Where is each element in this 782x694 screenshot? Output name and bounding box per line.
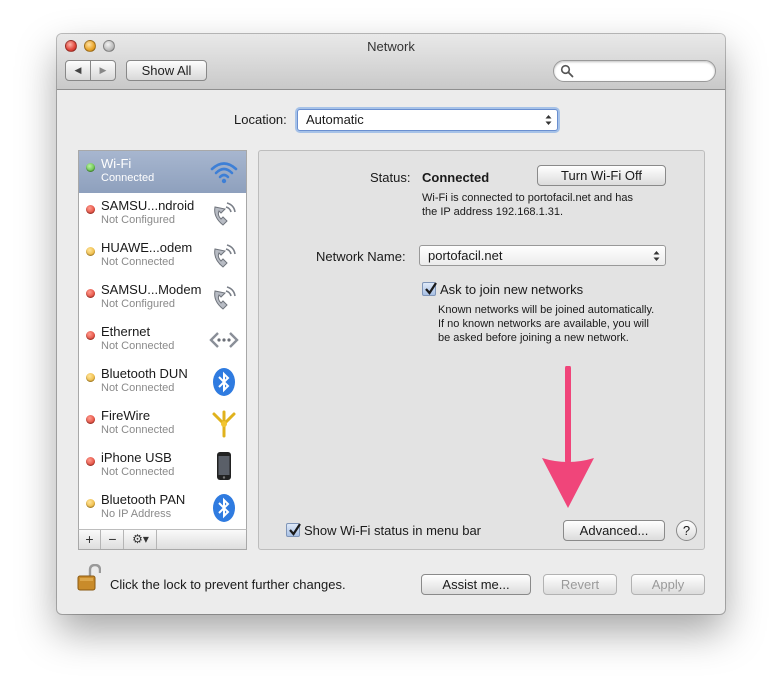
service-status: Connected: [101, 172, 155, 184]
revert-button[interactable]: Revert: [543, 574, 617, 595]
ask-to-join-label: Ask to join new networks: [440, 282, 584, 297]
wifi-detail-pane: Status: Connected Turn Wi-Fi Off Wi-Fi i…: [258, 150, 705, 550]
assist-me-button[interactable]: Assist me...: [421, 574, 531, 595]
forward-arrow-icon: ▶: [99, 65, 107, 75]
ask-description-line2: If no known networks are available, you …: [438, 318, 649, 330]
location-select[interactable]: Automatic: [297, 109, 558, 131]
apply-button[interactable]: Apply: [631, 574, 705, 595]
ask-to-join-checkbox[interactable]: [422, 282, 437, 296]
status-description-line2: the IP address 192.168.1.31.: [422, 206, 564, 218]
service-status: No IP Address: [101, 508, 172, 520]
bluetooth-icon: [213, 368, 235, 396]
service-item-samsung-modem[interactable]: SAMSU...Modem Not Configured: [79, 277, 246, 319]
service-name: Bluetooth DUN: [101, 366, 188, 381]
service-status: Not Configured: [101, 298, 175, 310]
checkmark-icon: [425, 282, 437, 295]
service-name: FireWire: [101, 408, 151, 423]
checkmark-icon: [289, 523, 301, 536]
network-preferences-window: Network ◀ ▶ Show All Location: Automatic…: [57, 34, 725, 614]
service-name: SAMSU...Modem: [101, 282, 202, 297]
search-input[interactable]: [553, 60, 716, 82]
service-item-huawei-modem[interactable]: HUAWE...odem Not Connected: [79, 235, 246, 277]
status-dot: [86, 457, 95, 466]
network-name-value: portofacil.net: [428, 248, 503, 263]
status-dot: [86, 163, 95, 172]
ask-description-line1: Known networks will be joined automatica…: [438, 304, 655, 316]
status-dot: [86, 373, 95, 382]
service-name: Wi-Fi: [101, 156, 132, 171]
location-value: Automatic: [306, 112, 364, 127]
service-item-wifi[interactable]: Wi-Fi Connected: [79, 151, 246, 193]
show-all-button[interactable]: Show All: [126, 60, 207, 81]
status-dot: [86, 205, 95, 214]
lock-message: Click the lock to prevent further change…: [110, 577, 346, 592]
service-name: SAMSU...ndroid: [101, 198, 195, 213]
status-dot: [86, 247, 95, 256]
status-value: Connected: [422, 170, 490, 185]
firewire-icon: [212, 410, 236, 438]
service-name: Ethernet: [101, 324, 151, 339]
back-arrow-icon: ◀: [74, 65, 82, 75]
service-item-ethernet[interactable]: Ethernet Not Connected: [79, 319, 246, 361]
bluetooth-icon: [213, 494, 235, 522]
annotation-arrow: [542, 366, 594, 508]
network-services-list: Wi-Fi Connected SAMSU...ndroid Not Confi…: [78, 150, 247, 550]
ask-description-line3: be asked before joining a new network.: [438, 332, 629, 344]
up-down-chevron-icon: [545, 115, 552, 125]
forward-button[interactable]: ▶: [90, 60, 116, 81]
add-service-button[interactable]: +: [79, 530, 101, 549]
service-name: HUAWE...odem: [101, 240, 193, 255]
service-status: Not Connected: [101, 340, 175, 352]
service-item-bluetooth-pan[interactable]: Bluetooth PAN No IP Address: [79, 487, 246, 529]
network-name-label: Network Name:: [316, 249, 406, 264]
service-name: iPhone USB: [101, 450, 172, 465]
up-down-chevron-icon: [653, 251, 660, 261]
network-name-select[interactable]: portofacil.net: [419, 245, 666, 266]
show-wifi-status-label: Show Wi-Fi status in menu bar: [304, 523, 482, 538]
remove-service-button[interactable]: −: [102, 530, 124, 549]
service-status: Not Configured: [101, 214, 175, 226]
status-dot: [86, 331, 95, 340]
service-item-iphone-usb[interactable]: iPhone USB Not Connected: [79, 445, 246, 487]
help-button[interactable]: ?: [676, 520, 697, 541]
phone-modem-icon: [214, 202, 236, 226]
iphone-icon: [217, 452, 231, 480]
status-dot: [86, 499, 95, 508]
turn-wifi-off-button[interactable]: Turn Wi-Fi Off: [537, 165, 666, 186]
unlocked-padlock-icon[interactable]: [77, 564, 101, 592]
title-bar: Network ◀ ▶ Show All: [57, 34, 725, 90]
service-status: Not Connected: [101, 424, 175, 436]
phone-modem-icon: [214, 244, 236, 268]
status-label: Status:: [370, 170, 411, 185]
location-label: Location:: [234, 112, 287, 127]
service-item-bluetooth-dun[interactable]: Bluetooth DUN Not Connected: [79, 361, 246, 403]
service-item-firewire[interactable]: FireWire Not Connected: [79, 403, 246, 445]
show-wifi-status-checkbox[interactable]: [286, 523, 301, 537]
gear-menu-button[interactable]: ⚙▾: [125, 530, 157, 549]
status-dot: [86, 415, 95, 424]
service-status: Not Connected: [101, 256, 175, 268]
sidebar-toolbar: + − ⚙▾: [78, 529, 247, 550]
back-button[interactable]: ◀: [65, 60, 91, 81]
service-name: Bluetooth PAN: [101, 492, 186, 507]
service-status: Not Connected: [101, 382, 175, 394]
status-description-line1: Wi-Fi is connected to portofacil.net and…: [422, 192, 633, 204]
wifi-icon: [210, 162, 238, 184]
service-item-samsung-android[interactable]: SAMSU...ndroid Not Configured: [79, 193, 246, 235]
service-status: Not Connected: [101, 466, 175, 478]
status-dot: [86, 289, 95, 298]
advanced-button[interactable]: Advanced...: [563, 520, 665, 541]
search-icon: [560, 64, 574, 78]
window-title: Network: [367, 39, 415, 54]
ethernet-icon: [209, 332, 239, 348]
phone-modem-icon: [214, 286, 236, 310]
